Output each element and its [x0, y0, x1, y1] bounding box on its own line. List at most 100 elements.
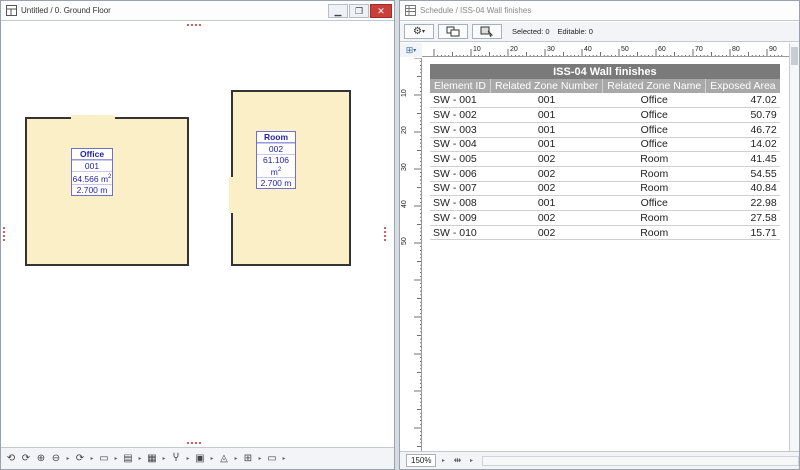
- pen-set-icon[interactable]: ▦: [145, 451, 159, 467]
- dropdown-arrow-icon[interactable]: ▸: [184, 451, 192, 467]
- table-cell[interactable]: 001: [490, 195, 603, 211]
- table-row[interactable]: SW - 005 002 Room 41.45: [430, 151, 780, 167]
- schedule-sheet[interactable]: ISS-04 Wall finishes Element ID Related …: [423, 58, 789, 451]
- table-row[interactable]: SW - 010 002 Room 15.71: [430, 225, 780, 241]
- table-cell[interactable]: 40.84: [705, 181, 780, 197]
- table-row[interactable]: SW - 002 001 Office 50.79: [430, 107, 780, 123]
- display-icon[interactable]: ▭: [265, 451, 279, 467]
- layer-icon[interactable]: ▤: [121, 451, 135, 467]
- table-cell[interactable]: 002: [490, 181, 603, 197]
- table-cell[interactable]: 41.45: [705, 151, 780, 167]
- column-header-zone-number[interactable]: Related Zone Number: [489, 79, 603, 93]
- dropdown-arrow-icon[interactable]: ▸: [112, 451, 120, 467]
- split-handle-left[interactable]: [3, 227, 5, 243]
- table-cell[interactable]: Room: [602, 181, 706, 197]
- dropdown-arrow-icon[interactable]: ▸: [64, 451, 72, 467]
- table-row[interactable]: SW - 004 001 Office 14.02: [430, 137, 780, 153]
- table-cell[interactable]: 50.79: [705, 107, 780, 123]
- redo-icon[interactable]: ⟳: [19, 451, 33, 467]
- zone-stamp-room[interactable]: Room 002 61.106 m2 2.700 m: [256, 131, 296, 189]
- table-cell[interactable]: 54.55: [705, 166, 780, 182]
- table-cell[interactable]: SW - 007: [430, 181, 491, 197]
- dropdown-arrow-icon[interactable]: ▸: [160, 451, 168, 467]
- column-header-exposed-area[interactable]: Exposed Area: [705, 79, 780, 93]
- settings-button[interactable]: ⚙ ▾: [404, 24, 434, 39]
- table-row[interactable]: SW - 001 001 Office 47.02: [430, 93, 780, 109]
- table-cell[interactable]: 002: [490, 166, 603, 182]
- table-cell[interactable]: SW - 008: [430, 195, 491, 211]
- select-in-model-button[interactable]: [472, 24, 502, 39]
- ruler-corner-button[interactable]: ⊞ ▾: [400, 43, 422, 57]
- zoom-level[interactable]: 150%: [406, 454, 437, 467]
- minimize-button[interactable]: ▁: [328, 4, 348, 18]
- vertical-scrollbar[interactable]: [789, 43, 799, 453]
- floor-plan-titlebar[interactable]: Untitled / 0. Ground Floor ▁ ❐ ✕: [1, 1, 394, 21]
- dropdown-arrow-icon[interactable]: ▸: [256, 451, 264, 467]
- table-cell[interactable]: 002: [490, 225, 603, 241]
- table-cell[interactable]: Room: [602, 225, 706, 241]
- table-cell[interactable]: 001: [490, 107, 603, 123]
- horizontal-scrollbar[interactable]: [482, 455, 799, 466]
- table-cell[interactable]: Room: [602, 166, 706, 182]
- column-header-zone-name[interactable]: Related Zone Name: [602, 79, 706, 93]
- restore-button[interactable]: ❐: [349, 4, 369, 18]
- zoom-dropdown-icon[interactable]: ▸: [439, 453, 447, 469]
- table-cell[interactable]: Office: [602, 122, 706, 138]
- table-cell[interactable]: Office: [602, 137, 706, 153]
- zoom-in-icon[interactable]: ⊕: [34, 451, 48, 467]
- table-cell[interactable]: SW - 002: [430, 107, 491, 123]
- table-row[interactable]: SW - 006 002 Room 54.55: [430, 166, 780, 182]
- table-cell[interactable]: 001: [490, 122, 603, 138]
- model-view-icon[interactable]: ▣: [193, 451, 207, 467]
- table-cell[interactable]: SW - 004: [430, 137, 491, 153]
- table-cell[interactable]: 002: [490, 210, 603, 226]
- orbit-icon[interactable]: ⟳: [73, 451, 87, 467]
- table-cell[interactable]: Room: [602, 210, 706, 226]
- split-handle-right[interactable]: [384, 227, 386, 243]
- table-cell[interactable]: Office: [602, 195, 706, 211]
- table-cell[interactable]: SW - 005: [430, 151, 491, 167]
- table-row[interactable]: SW - 008 001 Office 22.98: [430, 195, 780, 211]
- schedule-titlebar[interactable]: Schedule / ISS-04 Wall finishes: [400, 1, 799, 21]
- dropdown-arrow-icon[interactable]: ▸: [136, 451, 144, 467]
- undo-icon[interactable]: ⟲: [4, 451, 18, 467]
- table-row[interactable]: SW - 007 002 Room 40.84: [430, 181, 780, 197]
- dropdown-arrow-icon[interactable]: ▸: [208, 451, 216, 467]
- structure-icon[interactable]: ⊞: [241, 451, 255, 467]
- table-cell[interactable]: SW - 010: [430, 225, 491, 241]
- table-cell[interactable]: 002: [490, 151, 603, 167]
- table-cell[interactable]: 15.71: [705, 225, 780, 241]
- table-cell[interactable]: 46.72: [705, 122, 780, 138]
- table-cell[interactable]: Office: [602, 93, 706, 109]
- table-cell[interactable]: 001: [490, 137, 603, 153]
- column-header-element-id[interactable]: Element ID: [430, 79, 491, 93]
- table-cell[interactable]: SW - 006: [430, 166, 491, 182]
- plan-canvas[interactable]: Office 001 64.566 m2 2.700 m Room 002 61…: [1, 22, 394, 447]
- dropdown-arrow-icon[interactable]: ▸: [88, 451, 96, 467]
- fit-width-icon[interactable]: ⇹: [450, 453, 464, 469]
- table-cell[interactable]: SW - 003: [430, 122, 491, 138]
- close-button[interactable]: ✕: [370, 4, 392, 18]
- table-cell[interactable]: Office: [602, 107, 706, 123]
- table-cell[interactable]: SW - 001: [430, 93, 491, 109]
- table-cell[interactable]: SW - 009: [430, 210, 491, 226]
- scale-icon[interactable]: ▭: [97, 451, 111, 467]
- show-selection-button[interactable]: [438, 24, 468, 39]
- fit-dropdown-icon[interactable]: ▸: [467, 453, 475, 469]
- table-cell[interactable]: 47.02: [705, 93, 780, 109]
- table-cell[interactable]: 22.98: [705, 195, 780, 211]
- split-handle-bottom[interactable]: [187, 442, 203, 444]
- table-cell[interactable]: 14.02: [705, 137, 780, 153]
- table-cell[interactable]: 001: [490, 93, 603, 109]
- dropdown-arrow-icon[interactable]: ▸: [232, 451, 240, 467]
- table-row[interactable]: SW - 003 001 Office 46.72: [430, 122, 780, 138]
- scrollbar-thumb[interactable]: [791, 47, 798, 65]
- table-cell[interactable]: Room: [602, 151, 706, 167]
- renovation-icon[interactable]: ◬: [217, 451, 231, 467]
- dimension-icon[interactable]: Ⴤ: [169, 451, 183, 467]
- zoom-out-icon[interactable]: ⊖: [49, 451, 63, 467]
- table-row[interactable]: SW - 009 002 Room 27.58: [430, 210, 780, 226]
- zone-stamp-office[interactable]: Office 001 64.566 m2 2.700 m: [71, 148, 113, 196]
- dropdown-arrow-icon[interactable]: ▸: [280, 451, 288, 467]
- split-handle-top[interactable]: [187, 24, 203, 26]
